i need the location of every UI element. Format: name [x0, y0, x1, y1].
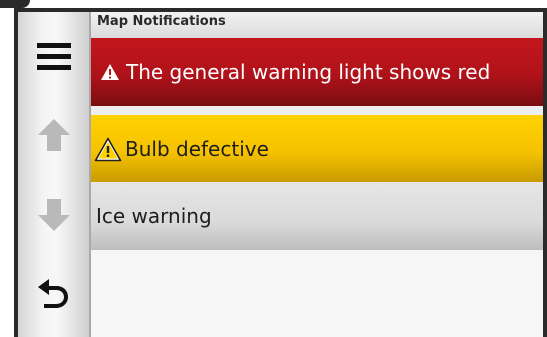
title-bar: Map Notifications: [91, 12, 543, 38]
menu-button[interactable]: [18, 32, 89, 82]
device-screen: Map Notifications The general warning li…: [0, 0, 547, 337]
bezel-right: [543, 8, 547, 337]
sidebar: [18, 12, 91, 337]
back-button[interactable]: [18, 267, 89, 317]
notification-item-critical[interactable]: The general warning light shows red: [91, 38, 543, 106]
scroll-up-button[interactable]: [18, 110, 89, 160]
arrow-up-icon: [37, 119, 70, 151]
row-separator: [91, 106, 543, 115]
notification-item-warning[interactable]: Bulb defective: [91, 115, 543, 183]
page-title: Map Notifications: [97, 14, 226, 29]
scroll-down-button[interactable]: [18, 190, 89, 240]
back-icon: [37, 279, 68, 308]
notification-label: Bulb defective: [125, 137, 269, 161]
warning-icon: [100, 63, 120, 81]
arrow-down-icon: [37, 199, 70, 231]
device-corner: [0, 0, 30, 8]
notification-label: The general warning light shows red: [126, 60, 491, 84]
warning-icon: [94, 137, 122, 162]
notification-label: Ice warning: [96, 204, 212, 228]
menu-icon: [36, 43, 71, 70]
notification-item-info[interactable]: Ice warning: [91, 182, 543, 250]
notifications-panel: Map Notifications The general warning li…: [91, 12, 543, 337]
